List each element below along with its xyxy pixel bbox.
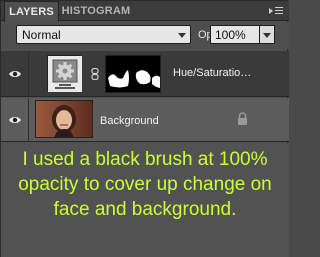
opacity-value: 100% <box>215 28 246 42</box>
panel-tab-bar: LAYERS HISTOGRAM <box>1 1 289 22</box>
chevron-down-icon <box>178 33 186 38</box>
blend-mode-value: Normal <box>22 28 61 42</box>
layer-mask-thumbnail[interactable] <box>105 55 161 93</box>
portrait-photo-thumbnail <box>35 100 93 138</box>
chevron-down-icon <box>263 33 271 38</box>
layer-row-background[interactable]: Background <box>1 98 289 142</box>
visibility-toggle[interactable] <box>1 51 29 96</box>
visibility-toggle[interactable] <box>1 98 29 141</box>
hue-saturation-adjustment-icon <box>47 55 82 92</box>
opacity-input[interactable]: 100% <box>210 25 260 44</box>
opacity-dropdown-button[interactable] <box>259 25 275 44</box>
annotation-caption: I used a black brush at 100% opacity to … <box>18 149 272 220</box>
layer-name[interactable]: Background <box>100 115 159 127</box>
layer-row-hue-saturation[interactable]: Hue/Saturatio… <box>1 51 289 97</box>
blend-mode-select[interactable]: Normal <box>16 25 191 44</box>
eye-icon <box>8 69 22 79</box>
eye-icon <box>8 115 22 125</box>
tab-histogram[interactable]: HISTOGRAM <box>61 1 131 21</box>
lock-icon <box>237 112 248 130</box>
panel-menu-icon[interactable] <box>269 5 283 17</box>
layer-name[interactable]: Hue/Saturatio… <box>173 67 251 79</box>
annotation-area: I used a black brush at 100% opacity to … <box>1 143 289 257</box>
tab-layers[interactable]: LAYERS <box>4 1 59 22</box>
layers-panel: LAYERS HISTOGRAM Normal Opacity: 100% <box>0 0 289 257</box>
layer-options-row: Normal Opacity: 100% <box>1 22 289 49</box>
chain-link-icon[interactable] <box>91 67 99 85</box>
